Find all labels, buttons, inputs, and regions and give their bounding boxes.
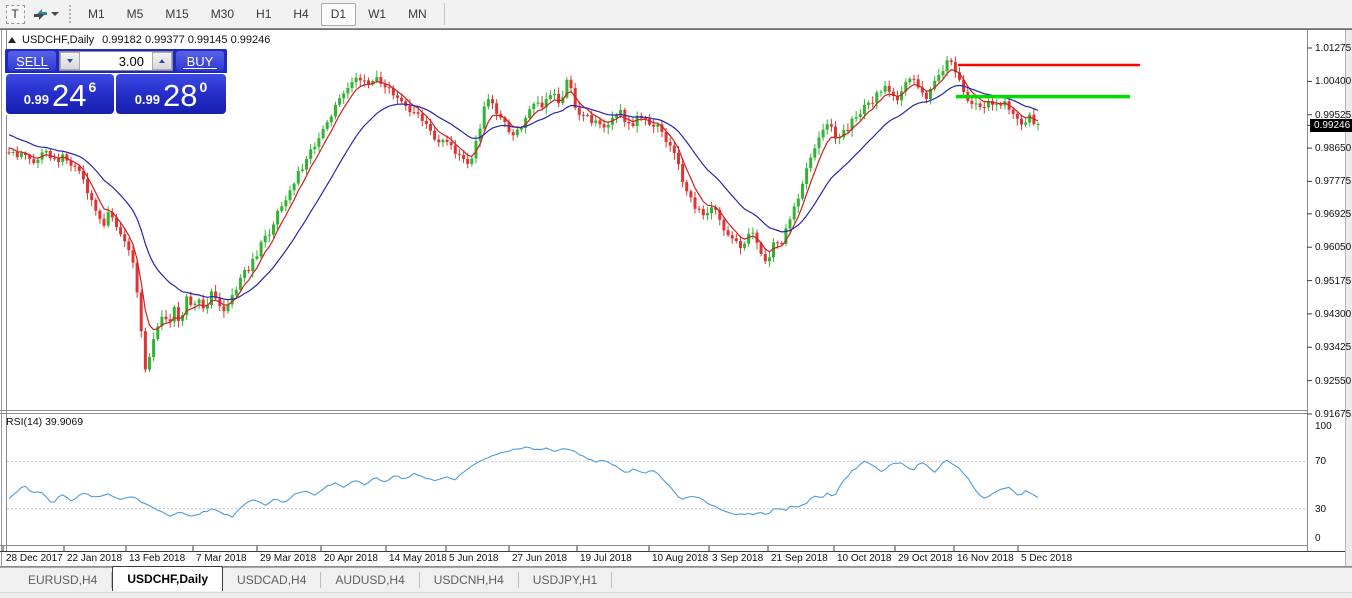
buy-button-label: BUY (187, 54, 214, 69)
sell-underline (15, 68, 49, 69)
date-axis-label: 29 Mar 2018 (260, 553, 316, 564)
price-axis-label: 0.92550 (1315, 376, 1351, 387)
price-axis-label: 0.96050 (1315, 242, 1351, 253)
rsi-axis-label: 70 (1315, 456, 1351, 467)
buy-price-pips: 28 (163, 80, 197, 111)
buy-price-box[interactable]: 0.99 28 0 (116, 74, 226, 114)
chart-title-bar: USDCHF,Daily 0.99182 0.99377 0.99145 0.9… (8, 33, 270, 47)
rsi-axis-label: 100 (1315, 421, 1351, 432)
price-axis-label: 1.01275 (1315, 43, 1351, 54)
chart-tab-usdchf-daily[interactable]: USDCHF,Daily (112, 566, 223, 591)
date-axis-label: 27 Jun 2018 (512, 553, 567, 564)
price-axis-label: 0.97775 (1315, 176, 1351, 187)
rsi-axis-label: 0 (1315, 533, 1351, 544)
chart-tab-usdcad-h4[interactable]: USDCAD,H4 (223, 572, 321, 588)
buy-underline (183, 68, 217, 69)
price-axis-label: 0.96925 (1315, 209, 1351, 220)
price-axis-label: 0.95175 (1315, 276, 1351, 287)
volume-value[interactable]: 3.00 (80, 54, 152, 69)
volume-decrease-button[interactable] (60, 52, 80, 70)
date-axis-label: 22 Jan 2018 (67, 553, 122, 564)
rsi-line (9, 447, 1038, 517)
sell-price-pips: 24 (52, 80, 86, 111)
date-axis-label: 21 Sep 2018 (771, 553, 828, 564)
date-axis-label: 29 Oct 2018 (898, 553, 952, 564)
one-click-trading-panel: SELL 3.00 BUY 0.99 24 6 (5, 49, 227, 115)
sell-price-big: 0.99 (24, 92, 49, 107)
spinner-down-icon (67, 59, 73, 63)
date-axis-label: 28 Dec 2017 (6, 553, 63, 564)
chart-tab-eurusd-h4[interactable]: EURUSD,H4 (14, 572, 112, 588)
chart-tab-bar: EURUSD,H4USDCHF,DailyUSDCAD,H4AUDUSD,H4U… (0, 567, 1352, 592)
sell-button[interactable]: SELL (8, 51, 56, 71)
ma-slow-line (9, 85, 1038, 299)
volume-increase-button[interactable] (152, 52, 172, 70)
date-axis-label: 10 Oct 2018 (837, 553, 891, 564)
buy-price-big: 0.99 (135, 92, 160, 107)
price-axis-label: 0.94300 (1315, 309, 1351, 320)
trade-panel-top-row: SELL 3.00 BUY (5, 49, 227, 73)
date-axis-label: 14 May 2018 (389, 553, 447, 564)
collapse-panel-icon[interactable] (8, 37, 16, 43)
date-axis-label: 19 Jul 2018 (580, 553, 632, 564)
sell-price-point: 6 (89, 79, 97, 95)
status-strip (0, 592, 1352, 598)
chart-ohlc-values: 0.99182 0.99377 0.99145 0.99246 (102, 34, 270, 46)
price-axis-label: 0.93425 (1315, 342, 1351, 353)
buy-button[interactable]: BUY (176, 51, 224, 71)
spinner-up-icon (159, 59, 165, 63)
rsi-axis-label: 30 (1315, 504, 1351, 515)
buy-price-point: 0 (200, 79, 208, 95)
price-axis-label: 0.91675 (1315, 409, 1351, 420)
date-axis-label: 5 Jun 2018 (449, 553, 499, 564)
date-axis-label: 3 Sep 2018 (712, 553, 763, 564)
date-axis-label: 5 Dec 2018 (1021, 553, 1072, 564)
rsi-indicator-label: RSI(14) 39.9069 (6, 416, 83, 428)
chart-symbol-title: USDCHF,Daily (22, 34, 94, 46)
date-axis-label: 7 Mar 2018 (196, 553, 247, 564)
date-axis-label: 20 Apr 2018 (324, 553, 378, 564)
trading-platform-window: T M1M5M15M30H1H4D1W1MN USDCHF,Daily 0.99… (0, 0, 1352, 598)
chart-tab-usdcnh-h4[interactable]: USDCNH,H4 (420, 572, 519, 588)
date-axis-label: 13 Feb 2018 (129, 553, 185, 564)
date-axis-label: 10 Aug 2018 (652, 553, 708, 564)
price-axis-label: 1.00400 (1315, 76, 1351, 87)
price-axis-label: 0.98650 (1315, 143, 1351, 154)
sell-button-label: SELL (16, 54, 48, 69)
trade-panel-price-row: 0.99 24 6 0.99 28 0 (5, 73, 227, 115)
volume-spinner[interactable]: 3.00 (59, 51, 173, 71)
chart-tab-usdjpy-h1[interactable]: USDJPY,H1 (519, 572, 612, 588)
chart-tab-audusd-h4[interactable]: AUDUSD,H4 (321, 572, 419, 588)
date-axis-label: 16 Nov 2018 (957, 553, 1014, 564)
sell-price-box[interactable]: 0.99 24 6 (6, 74, 114, 114)
current-price-tag: 0.99246 (1310, 119, 1352, 132)
